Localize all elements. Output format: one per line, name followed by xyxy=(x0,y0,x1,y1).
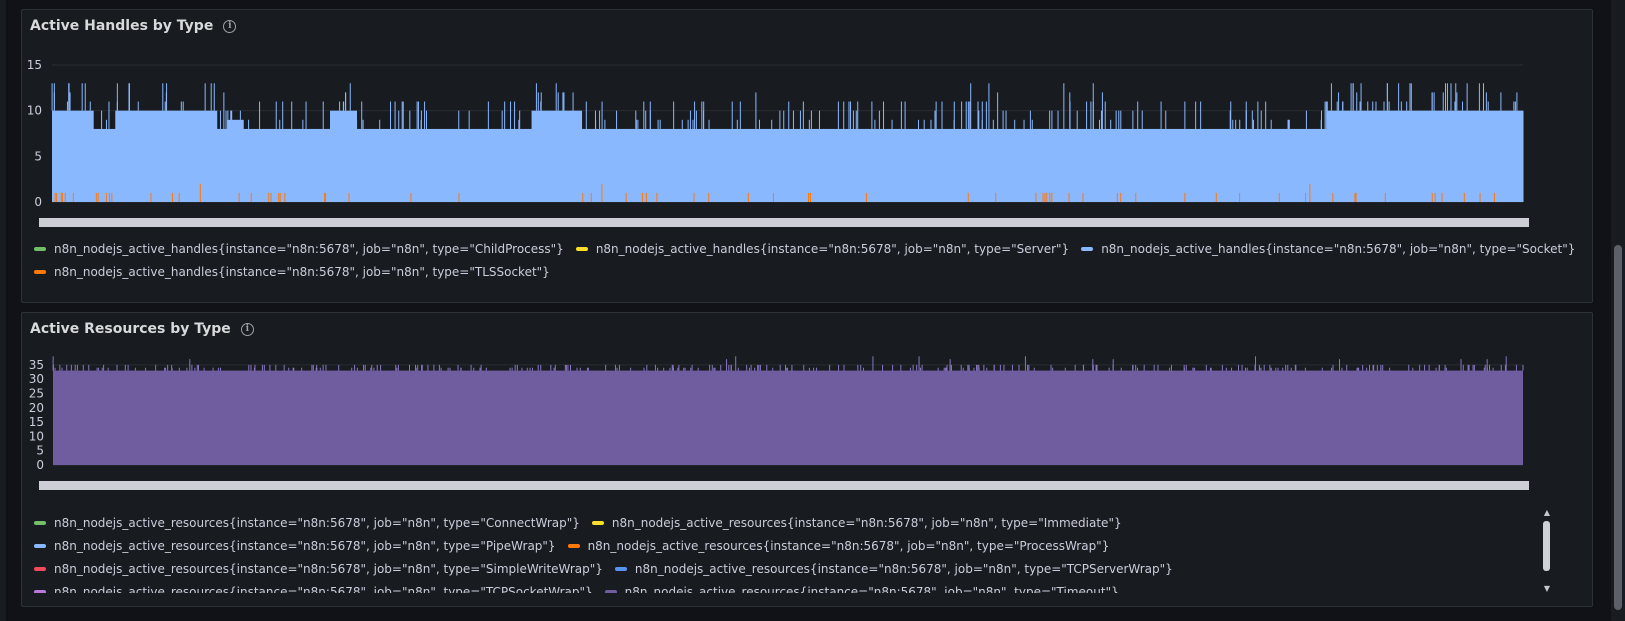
socket-area-segment xyxy=(52,110,94,202)
socket-area-segment xyxy=(227,119,244,202)
socket-area-segment xyxy=(531,110,583,202)
legend-swatch xyxy=(567,543,580,548)
legend-label: n8n_nodejs_active_handles{instance="n8n:… xyxy=(595,241,1070,256)
legend-row: n8n_nodejs_active_resources{instance="n8… xyxy=(34,511,1534,534)
legend-item[interactable]: n8n_nodejs_active_resources{instance="n8… xyxy=(34,562,603,576)
legend-label: n8n_nodejs_active_handles{instance="n8n:… xyxy=(54,264,550,279)
legend-scrollbar[interactable]: ▲ ▼ xyxy=(1542,509,1552,593)
legend-item[interactable]: n8n_nodejs_active_resources{instance="n8… xyxy=(604,584,1119,594)
socket-area-segment xyxy=(93,128,116,202)
legend-swatch xyxy=(34,246,46,251)
legend: n8n_nodejs_active_handles{instance="n8n:… xyxy=(34,237,1587,283)
legend-swatch xyxy=(575,246,588,251)
x-axis-labels-bar xyxy=(39,481,1529,490)
legend: n8n_nodejs_active_resources{instance="n8… xyxy=(34,511,1534,593)
legend-row: n8n_nodejs_active_resources{instance="n8… xyxy=(34,580,1534,593)
panel-active-handles: Active Handles by Type i 0 5 10 15 n8n_node… xyxy=(21,9,1593,303)
legend-scroll-area[interactable]: n8n_nodejs_active_resources{instance="n8… xyxy=(34,511,1534,593)
x-axis-labels-bar xyxy=(39,218,1529,227)
socket-area-segment xyxy=(115,110,218,202)
y-tick-label: 35 xyxy=(29,358,44,372)
legend-swatch xyxy=(34,566,46,571)
y-tick-label: 10 xyxy=(29,429,44,443)
page-scroll-thumb[interactable] xyxy=(1614,245,1622,610)
legend-item[interactable]: n8n_nodejs_active_handles{instance="n8n:… xyxy=(34,242,564,256)
y-tick-label: 25 xyxy=(29,386,44,400)
legend-item[interactable]: n8n_nodejs_active_resources{instance="n8… xyxy=(34,539,556,553)
legend-row: n8n_nodejs_active_handles{instance="n8n:… xyxy=(34,260,1587,283)
legend-label: n8n_nodejs_active_resources{instance="n8… xyxy=(587,538,1110,553)
handles-chart[interactable]: 0 5 10 15 xyxy=(22,10,1594,230)
page-scrollbar[interactable] xyxy=(1611,0,1625,621)
legend-item[interactable]: n8n_nodejs_active_resources{instance="n8… xyxy=(34,584,593,594)
scroll-up-icon[interactable]: ▲ xyxy=(1542,509,1552,517)
legend-label: n8n_nodejs_active_resources{instance="n8… xyxy=(54,538,556,553)
legend-label: n8n_nodejs_active_resources{instance="n8… xyxy=(54,515,580,530)
legend-item[interactable]: n8n_nodejs_active_handles{instance="n8n:… xyxy=(34,265,550,279)
socket-area-segment xyxy=(356,128,533,202)
legend-swatch xyxy=(34,520,46,525)
legend-label: n8n_nodejs_active_handles{instance="n8n:… xyxy=(54,241,564,256)
series-socket xyxy=(51,83,1524,202)
y-tick-label: 10 xyxy=(27,104,42,118)
legend-swatch xyxy=(34,589,46,593)
socket-area-segment xyxy=(1327,110,1524,202)
legend-swatch xyxy=(34,543,46,548)
legend-label: n8n_nodejs_active_resources{instance="n8… xyxy=(54,561,603,576)
legend-swatch xyxy=(1081,246,1094,251)
legend-row: n8n_nodejs_active_resources{instance="n8… xyxy=(34,557,1534,580)
scroll-down-icon[interactable]: ▼ xyxy=(1542,585,1552,593)
legend-label: n8n_nodejs_active_resources{instance="n8… xyxy=(54,584,593,594)
y-tick-label: 30 xyxy=(29,372,44,386)
legend-item[interactable]: n8n_nodejs_active_resources{instance="n8… xyxy=(591,515,1122,530)
legend-label: n8n_nodejs_active_resources{instance="n8… xyxy=(624,584,1119,594)
resources-chart[interactable]: 05101520253035 xyxy=(22,313,1594,478)
y-tick-label: 15 xyxy=(27,58,42,72)
y-tick-label: 5 xyxy=(36,444,44,458)
y-tick-label: 15 xyxy=(29,415,44,429)
y-tick-label: 20 xyxy=(29,401,44,415)
series-timeout xyxy=(52,356,1524,465)
y-tick-label: 0 xyxy=(34,195,42,209)
legend-item[interactable]: n8n_nodejs_active_handles{instance="n8n:… xyxy=(1081,242,1575,256)
y-tick-label: 5 xyxy=(34,149,42,163)
socket-area-segment xyxy=(581,128,1328,202)
y-tick-label: 0 xyxy=(36,458,44,472)
legend-swatch xyxy=(614,566,627,571)
socket-area-segment xyxy=(243,128,331,202)
legend-swatch xyxy=(34,269,46,274)
legend-label: n8n_nodejs_active_handles{instance="n8n:… xyxy=(1101,241,1576,256)
legend-row: n8n_nodejs_active_resources{instance="n8… xyxy=(34,534,1534,557)
scroll-thumb[interactable] xyxy=(1543,521,1550,571)
legend-label: n8n_nodejs_active_resources{instance="n8… xyxy=(611,515,1122,530)
legend-item[interactable]: n8n_nodejs_active_resources{instance="n8… xyxy=(34,516,580,530)
legend-swatch xyxy=(604,589,617,593)
legend-item[interactable]: n8n_nodejs_active_handles{instance="n8n:… xyxy=(575,241,1070,256)
timeout-area xyxy=(53,370,1523,465)
legend-swatch xyxy=(591,520,604,525)
legend-item[interactable]: n8n_nodejs_active_resources{instance="n8… xyxy=(614,561,1173,576)
socket-area-segment xyxy=(330,110,357,202)
panel-active-resources: Active Resources by Type i 0 5 10 15 20 25 30 3… xyxy=(21,312,1593,607)
legend-row: n8n_nodejs_active_handles{instance="n8n:… xyxy=(34,237,1587,260)
legend-item[interactable]: n8n_nodejs_active_resources{instance="n8… xyxy=(567,538,1110,553)
page-left-gutter xyxy=(0,0,6,621)
socket-area-segment xyxy=(216,128,228,202)
legend-label: n8n_nodejs_active_resources{instance="n8… xyxy=(634,561,1173,576)
